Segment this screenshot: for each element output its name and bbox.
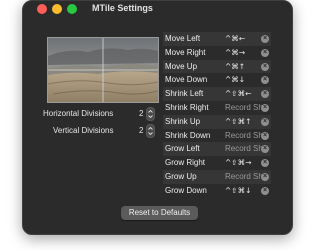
stepper-chevrons-icon	[148, 126, 153, 136]
shortcut-row: Move Up ^⌘↑ ×	[163, 59, 271, 74]
clear-shortcut-icon[interactable]: ×	[261, 117, 269, 126]
clear-shortcut-icon[interactable]: ×	[261, 103, 269, 112]
close-button[interactable]	[37, 4, 47, 14]
stepper-chevrons-icon	[148, 109, 153, 119]
shortcut-name: Move Down	[165, 75, 208, 85]
shortcut-name: Grow Down	[165, 185, 207, 195]
shortcut-name: Move Up	[165, 61, 198, 71]
clear-shortcut-icon[interactable]: ×	[261, 48, 269, 57]
desktop-grid-preview	[47, 37, 159, 103]
horizontal-divisions-value[interactable]: 2	[139, 109, 143, 118]
minimize-button[interactable]	[52, 4, 62, 14]
shortcut-recorder[interactable]: ^⇧⌘→	[225, 158, 251, 167]
title-bar[interactable]: MTile Settings	[23, 1, 292, 18]
shortcut-row: Grow Left Record Sho ×	[163, 142, 271, 157]
clear-shortcut-icon[interactable]: ×	[261, 172, 269, 181]
shortcut-row: Move Left ^⌘← ×	[163, 32, 271, 46]
clear-shortcut-icon[interactable]: ×	[261, 62, 269, 71]
shortcut-row: Shrink Down Record Sho ×	[163, 129, 271, 143]
shortcut-recorder[interactable]: ^⇧⌘↑	[225, 117, 251, 126]
clear-shortcut-icon[interactable]: ×	[261, 159, 269, 168]
shortcut-row: Move Right ^⌘→ ×	[163, 46, 271, 60]
shortcut-recorder[interactable]: ^⌘←	[225, 34, 245, 43]
clear-shortcut-icon[interactable]: ×	[261, 35, 269, 43]
vertical-divisions-value[interactable]: 2	[139, 126, 143, 135]
shortcut-name: Shrink Down	[165, 130, 211, 140]
shortcut-name: Shrink Up	[165, 116, 201, 126]
shortcut-name: Grow Up	[165, 171, 197, 181]
clear-shortcut-icon[interactable]: ×	[261, 131, 269, 140]
shortcut-recorder[interactable]: ^⌘↑	[225, 62, 245, 71]
zoom-button[interactable]	[67, 4, 77, 14]
shortcut-recorder[interactable]: ^⌘→	[225, 48, 245, 57]
clear-shortcut-icon[interactable]: ×	[261, 186, 269, 195]
shortcut-name: Grow Right	[165, 158, 206, 168]
clear-shortcut-icon[interactable]: ×	[261, 76, 269, 85]
shortcut-row: Grow Down ^⇧⌘↓ ×	[163, 184, 271, 198]
horizontal-divisions-stepper[interactable]	[146, 107, 155, 121]
shortcut-row: Shrink Left ^⇧⌘← ×	[163, 87, 271, 101]
shortcut-row: Shrink Right Record Sho ×	[163, 101, 271, 115]
clear-shortcut-icon[interactable]: ×	[261, 145, 269, 154]
wallpaper-image	[48, 38, 158, 102]
settings-window: MTile Settings Horizontal Divisions 2 Ve…	[22, 0, 293, 235]
vertical-divisions-label: Vertical Divisions	[53, 126, 114, 135]
clear-shortcut-icon[interactable]: ×	[261, 90, 269, 99]
vertical-divisions-stepper[interactable]	[146, 124, 155, 138]
shortcut-row: Move Down ^⌘↓ ×	[163, 73, 271, 87]
shortcut-recorder[interactable]: ^⇧⌘←	[225, 89, 251, 98]
shortcut-name: Grow Left	[165, 144, 200, 154]
window-title: MTile Settings	[92, 3, 153, 13]
shortcut-row: Shrink Up ^⇧⌘↑ ×	[163, 114, 271, 129]
shortcut-name: Move Left	[165, 34, 201, 43]
horizontal-divisions-label: Horizontal Divisions	[43, 109, 114, 118]
shortcut-row: Grow Up Record Sho ×	[163, 169, 271, 184]
shortcut-name: Move Right	[165, 47, 206, 57]
shortcut-name: Shrink Left	[165, 89, 204, 99]
shortcut-list: Move Left ^⌘← × Move Right ^⌘→ × Move Up ^⌘↑ × Mo…	[163, 32, 271, 198]
shortcut-row: Grow Right ^⇧⌘→ ×	[163, 156, 271, 170]
shortcut-recorder[interactable]: ^⌘↓	[225, 75, 245, 84]
shortcut-recorder[interactable]: ^⇧⌘↓	[225, 186, 251, 195]
shortcut-name: Shrink Right	[165, 102, 209, 112]
reset-to-defaults-button[interactable]: Reset to Defaults	[121, 206, 198, 220]
